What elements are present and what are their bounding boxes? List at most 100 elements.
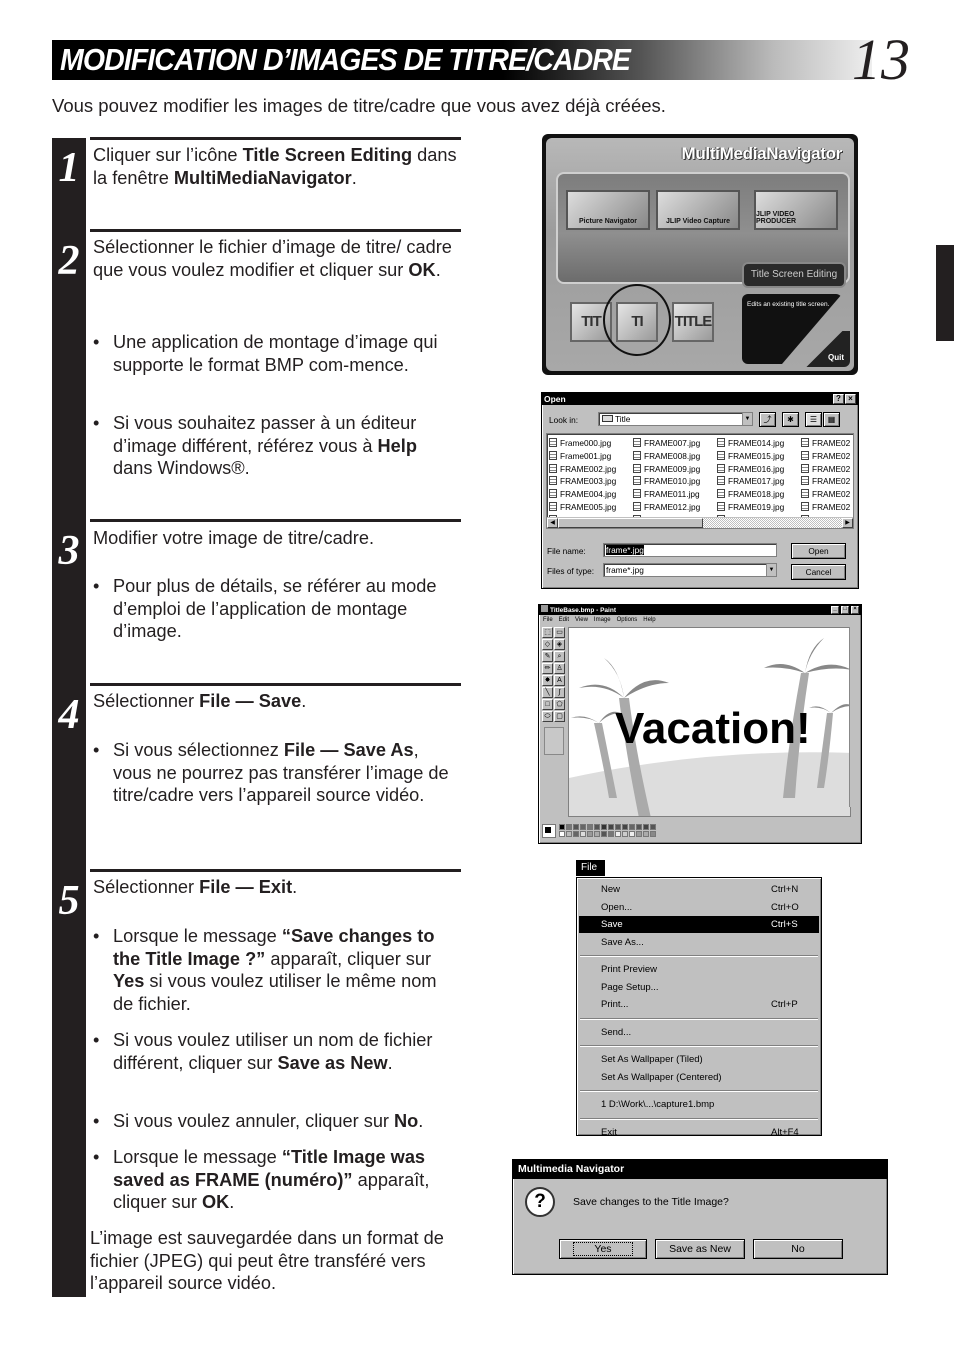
palette-swatch[interactable] [601, 824, 607, 830]
palette-swatch[interactable] [559, 824, 565, 830]
palette-swatch[interactable] [601, 831, 607, 837]
paint-menu-view[interactable]: View [575, 617, 588, 623]
file-item[interactable]: Frame001.jpg [549, 450, 616, 463]
file-item[interactable]: FRAME019.jpg [717, 501, 784, 514]
title-frame-icon[interactable]: TITLE [672, 302, 714, 342]
file-item[interactable]: FRAME02 [801, 463, 850, 476]
menu-item-send[interactable]: Send... [579, 1024, 819, 1041]
menu-item-print-preview[interactable]: Print Preview [579, 961, 819, 978]
look-in-select[interactable]: Title ▼ [598, 412, 753, 426]
maximize-icon[interactable]: □ [841, 606, 849, 614]
picture-navigator-button[interactable]: Picture Navigator [566, 190, 650, 230]
file-item[interactable]: FRAME009.jpg [633, 463, 700, 476]
palette-swatch[interactable] [615, 831, 621, 837]
file-item[interactable]: FRAME02 [801, 450, 850, 463]
yes-button[interactable]: Yes [559, 1239, 647, 1259]
menu-item-exit[interactable]: Exit Alt+F4 [579, 1124, 819, 1141]
palette-swatch[interactable] [636, 831, 642, 837]
palette-swatch[interactable] [566, 824, 572, 830]
menu-item-page-setup[interactable]: Page Setup... [579, 979, 819, 996]
picker-tool-icon[interactable]: ✎ [542, 651, 553, 662]
file-item[interactable]: FRAME008.jpg [633, 450, 700, 463]
minimize-icon[interactable]: _ [831, 606, 839, 614]
tool-options-box[interactable] [544, 727, 564, 755]
paint-menu-image[interactable]: Image [594, 617, 611, 623]
file-item[interactable]: FRAME014.jpg [717, 437, 784, 450]
file-name-input[interactable]: frame*.jpg [603, 543, 777, 557]
palette-swatch[interactable] [573, 824, 579, 830]
palette-swatch[interactable] [559, 831, 565, 837]
palette-swatch[interactable] [587, 831, 593, 837]
palette-swatch[interactable] [580, 824, 586, 830]
palette-swatch[interactable] [629, 831, 635, 837]
quit-button[interactable]: Quit [806, 331, 850, 367]
file-item[interactable]: FRAME018.jpg [717, 488, 784, 501]
file-item[interactable]: FRAME017.jpg [717, 475, 784, 488]
cancel-button[interactable]: Cancel [791, 564, 846, 580]
file-item[interactable]: FRAME016.jpg [717, 463, 784, 476]
close-icon[interactable]: × [851, 606, 859, 614]
palette-swatch[interactable] [594, 831, 600, 837]
new-folder-button[interactable]: ✱ [782, 412, 799, 427]
file-item[interactable]: FRAME011.jpg [633, 488, 700, 501]
palette-swatch[interactable] [650, 824, 656, 830]
palette-swatch[interactable] [587, 824, 593, 830]
menu-item-1-d-work-capture1-bmp[interactable]: 1 D:\Work\...\capture1.bmp [579, 1096, 819, 1113]
file-item[interactable]: FRAME003.jpg [549, 475, 616, 488]
menu-item-print[interactable]: Print... Ctrl+P [579, 996, 819, 1013]
palette-swatch[interactable] [622, 831, 628, 837]
up-folder-button[interactable]: ⤴ [759, 412, 776, 427]
palette-swatch[interactable] [566, 831, 572, 837]
jlip-video-capture-button[interactable]: JLIP Video Capture [656, 190, 740, 230]
polygon-tool-icon[interactable]: ⬠ [554, 699, 565, 710]
rectangle-tool-icon[interactable]: □ [542, 699, 553, 710]
fill-tool-icon[interactable]: ◈ [554, 639, 565, 650]
palette-swatch[interactable] [629, 824, 635, 830]
file-item[interactable]: FRAME012.jpg [633, 501, 700, 514]
free-select-tool-icon[interactable]: ⬚ [542, 627, 553, 638]
file-item[interactable]: FRAME005.jpg [549, 501, 616, 514]
palette-swatch[interactable] [594, 824, 600, 830]
paint-canvas[interactable]: Vacation! [568, 627, 851, 817]
paint-menu-help[interactable]: Help [643, 617, 655, 623]
scroll-left-icon[interactable]: ◀ [547, 518, 558, 528]
menu-item-open[interactable]: Open... Ctrl+O [579, 899, 819, 916]
vertical-scrollbar[interactable] [849, 627, 859, 807]
paint-menu-options[interactable]: Options [617, 617, 638, 623]
select-tool-icon[interactable]: ▭ [554, 627, 565, 638]
file-item[interactable]: FRAME010.jpg [633, 475, 700, 488]
save-as-new-button[interactable]: Save as New [655, 1239, 745, 1259]
files-of-type-select[interactable]: frame*.jpg ▼ [603, 563, 777, 577]
palette-swatch[interactable] [580, 831, 586, 837]
palette-swatch[interactable] [608, 831, 614, 837]
palette-swatch[interactable] [643, 831, 649, 837]
file-item[interactable]: FRAME02 [801, 475, 850, 488]
menu-item-save-as[interactable]: Save As... [579, 934, 819, 951]
no-button[interactable]: No [753, 1239, 843, 1259]
rounded-rect-tool-icon[interactable]: ▢ [554, 711, 565, 722]
paint-menu-edit[interactable]: Edit [559, 617, 569, 623]
details-view-button[interactable]: ▦ [823, 412, 840, 427]
file-list[interactable]: Frame000.jpg Frame001.jpg FRAME002.jpg FRAM… [546, 433, 854, 529]
jlip-video-producer-button[interactable]: JLIP VIDEO PRODUCER [754, 190, 838, 230]
file-menu-tab[interactable]: File [576, 860, 605, 876]
help-icon[interactable]: ? [833, 394, 844, 404]
menu-item-save[interactable]: Save Ctrl+S [579, 916, 819, 933]
file-item[interactable]: FRAME02 [801, 501, 850, 514]
palette-swatch[interactable] [650, 831, 656, 837]
file-item[interactable]: FRAME02 [801, 437, 850, 450]
file-item[interactable]: FRAME015.jpg [717, 450, 784, 463]
horizontal-scrollbar[interactable]: ◀ ▶ [547, 517, 853, 528]
palette-swatch[interactable] [636, 824, 642, 830]
palette-swatch[interactable] [608, 824, 614, 830]
file-item[interactable]: FRAME002.jpg [549, 463, 616, 476]
file-item[interactable]: FRAME007.jpg [633, 437, 700, 450]
file-item[interactable]: FRAME02 [801, 488, 850, 501]
palette-swatch[interactable] [573, 831, 579, 837]
file-item[interactable]: FRAME004.jpg [549, 488, 616, 501]
eraser-tool-icon[interactable]: ◇ [542, 639, 553, 650]
list-view-button[interactable]: ☰ [805, 412, 822, 427]
pencil-tool-icon[interactable]: ✏ [542, 663, 553, 674]
scroll-right-icon[interactable]: ▶ [842, 518, 853, 528]
paint-menu-file[interactable]: File [543, 617, 553, 623]
